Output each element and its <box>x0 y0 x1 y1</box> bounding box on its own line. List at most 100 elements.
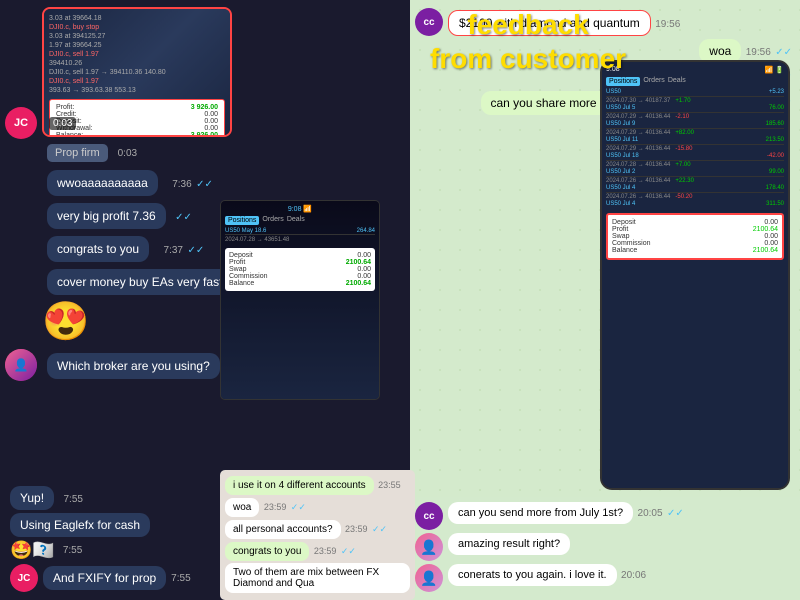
stat-commission: Commission <box>229 273 268 280</box>
avatar-user: 👤 <box>415 533 443 561</box>
credit-value: 0.00 <box>204 111 218 118</box>
profit-value: 3 926.00 <box>191 104 218 111</box>
tick-icon: ✓✓ <box>196 179 213 190</box>
msg-4accounts: i use it on 4 different accounts <box>225 476 374 495</box>
emoji-flags: 🤩🇫🇽 <box>10 540 55 561</box>
phone-trade-header: US50+5.23 <box>606 89 784 97</box>
bottom-middle-chat: i use it on 4 different accounts 23:55 w… <box>220 470 415 600</box>
phone-trade-row14: US50 Jul 4311.50 <box>606 201 784 208</box>
phone-stat-profit: Profit2100.64 <box>612 226 778 233</box>
right-chat-panel: cc $2100 with diamond and quantum 19:56 … <box>410 0 800 600</box>
msg-time: 19:56 <box>655 19 680 30</box>
msg-time: 20:05 <box>638 508 663 519</box>
msg-congrats2: congrats to you <box>225 542 309 561</box>
phone-screenshot: 9:08 📶 🔋 Positions Orders Deals US50+5.2… <box>600 60 790 490</box>
phone-trade-row11: 2024.07.26 → 40136.44 +22.30 <box>606 178 784 184</box>
tab-deals[interactable]: Deals <box>287 216 305 225</box>
msg-time: 7:37 <box>164 245 183 256</box>
msg-time: 20:06 <box>621 570 646 581</box>
phone-signal: 📶 🔋 <box>765 66 784 74</box>
message-fxify: And FXIFY for prop <box>43 566 166 590</box>
message-very-big-profit: very big profit 7.36 <box>47 203 166 229</box>
message-which-broker: Which broker are you using? <box>47 353 220 379</box>
message-eaglefx: Using Eaglefx for cash <box>10 513 150 537</box>
phone-trade-row1: 2024.07.30 → 40187.37 +1.70 <box>606 98 784 104</box>
phone-stat-swap: Swap0.00 <box>612 233 778 240</box>
page-title: feedback from customer <box>430 8 626 75</box>
phone-trade-row13: 2024.07.26 → 40136.44 -50.20 <box>606 194 784 200</box>
msg-woa: woa <box>225 498 259 517</box>
tick-icon: ✓✓ <box>291 502 306 512</box>
trade-row: 3.03 at 39664.18 <box>49 15 225 22</box>
video-thumbnail[interactable]: 3.03 at 39664.18 DJI0.c, buy stop 3.03 a… <box>42 7 232 137</box>
tab-positions2[interactable]: Positions <box>606 77 640 86</box>
tab-orders[interactable]: Orders <box>262 216 283 225</box>
trade-row: 394410.26 <box>49 60 225 67</box>
msg-time: 7:55 <box>63 494 82 505</box>
trade-row: 1.97 at 39664.25 <box>49 42 225 49</box>
tick-icon: ✓✓ <box>341 546 356 556</box>
bottom-right-messages: cc can you send more from July 1st? 20:0… <box>410 497 800 600</box>
phone-trade-row5: 2024.07.29 → 40136.44 +82.00 <box>606 130 784 136</box>
stats-box: Deposit 0.00 Profit 2100.64 Swap 0.00 Co… <box>225 248 375 291</box>
trade-row-highlight: DJI0.c, sell 1.97 <box>49 78 225 85</box>
msg-time: 23:59 <box>314 546 337 556</box>
phone-trade-row3: 2024.07.29 → 40136.44 -2.10 <box>606 114 784 120</box>
title-line1: feedback <box>430 8 626 42</box>
withdrawal-value: 0.00 <box>204 125 218 132</box>
phone-header: 9:08 📶 <box>225 205 375 213</box>
phone-trade-row4: US50 Jul 9185.60 <box>606 121 784 129</box>
stat-commission-val: 0.00 <box>357 273 371 280</box>
trade-row: 3.03 at 394125.27 <box>49 33 225 40</box>
trade-header-row: US50 May 18.6 264.84 <box>225 228 375 235</box>
phone-stat-deposit: Deposit0.00 <box>612 219 778 226</box>
phone-trade-row6: US50 Jul 11213.50 <box>606 137 784 145</box>
message-wwoaa: wwoaaaaaaaaaa <box>47 170 158 196</box>
msg-time: 23:55 <box>378 480 401 490</box>
tab-positions[interactable]: Positions <box>225 216 259 225</box>
stat-profit-val: 2100.64 <box>346 259 371 266</box>
trade-row-highlight: DJI0.c, buy stop <box>49 24 225 31</box>
phone-stat-commission: Commission0.00 <box>612 240 778 247</box>
phone-stats-box: Deposit0.00 Profit2100.64 Swap0.00 Commi… <box>606 213 784 260</box>
tab-deals2[interactable]: Deals <box>668 77 686 86</box>
stat-deposit-val: 0.00 <box>357 252 371 259</box>
tick-icon: ✓✓ <box>372 524 387 534</box>
msg-time: 23:59 <box>264 502 287 512</box>
trade-row: 393.63 → 393.63.38 553.13 <box>49 87 225 94</box>
avatar-jc2: 👤 <box>5 349 37 381</box>
trade-row-highlight: DJI0.c, sell 1.97 <box>49 51 225 58</box>
message-yup: Yup! <box>10 486 54 510</box>
deposit-value: 0.00 <box>204 118 218 125</box>
tick-icon: ✓✓ <box>175 212 192 223</box>
msg-time: 19:56 <box>746 47 771 58</box>
message-conerats: conerats to you again. i love it. <box>448 564 617 586</box>
tick-icon: ✓✓ <box>775 47 792 58</box>
phone-trade-row10: US50 Jul 299.00 <box>606 169 784 177</box>
profit-label: Profit: <box>56 104 74 111</box>
balance-value: 3 926.00 <box>191 132 218 137</box>
message-congrats: congrats to you <box>47 236 149 262</box>
message-send-more: can you send more from July 1st? <box>448 502 633 524</box>
msg-time: 23:59 <box>345 524 368 534</box>
phone-trade-row7: 2024.07.29 → 40136.44 -15.80 <box>606 146 784 152</box>
msg-two-mix: Two of them are mix between FX Diamond a… <box>225 563 410 593</box>
phone-trade-row9: 2024.07.28 → 40136.44 +7.00 <box>606 162 784 168</box>
title-line2: from customer <box>430 42 626 76</box>
avatar-jc: JC <box>5 107 37 139</box>
trade-date: 2024.07.28 → 43651.48 <box>225 237 375 243</box>
tick-icon: ✓✓ <box>187 245 204 256</box>
message-amazing-result: amazing result right? <box>448 533 570 555</box>
avatar-cc2: cc <box>415 502 443 530</box>
msg-all-personal: all personal accounts? <box>225 520 341 539</box>
avatar-user2: 👤 <box>415 564 443 592</box>
tab-orders2[interactable]: Orders <box>643 77 664 86</box>
msg-time: 7:55 <box>63 545 82 556</box>
msg-time: 7:36 <box>172 179 191 190</box>
balance-label: Balance: <box>56 132 83 137</box>
msg-time: 7:55 <box>171 573 190 584</box>
video-timer: 0:03 <box>49 117 76 130</box>
tick-icon: ✓✓ <box>667 508 684 519</box>
phone-trade-row2: US50 Jul 576.00 <box>606 105 784 113</box>
stat-swap: Swap <box>229 266 247 273</box>
